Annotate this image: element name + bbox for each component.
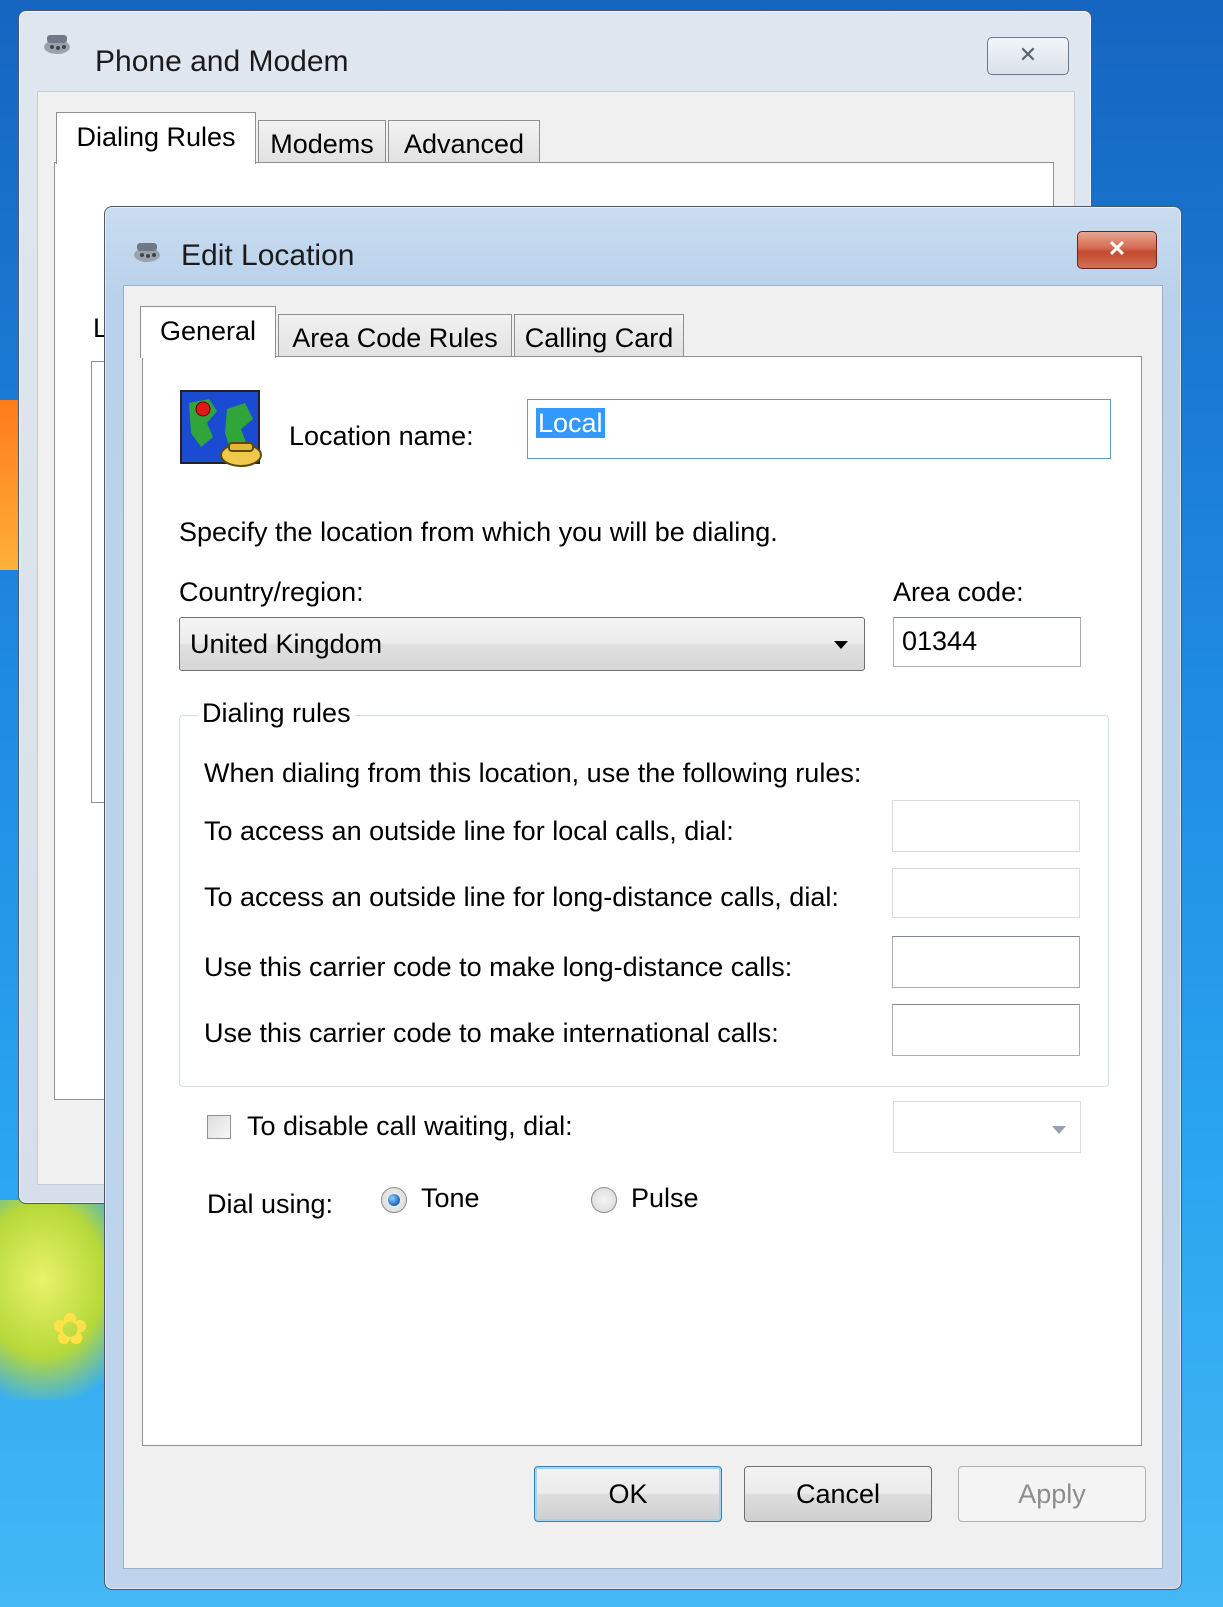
- general-tab-panel: Location name: Local Specify the locatio…: [142, 356, 1142, 1446]
- tab-area-code-rules[interactable]: Area Code Rules: [278, 314, 512, 358]
- long-distance-line-field[interactable]: [892, 868, 1080, 918]
- close-icon: ✕: [1107, 236, 1127, 261]
- phone-modem-titlebar[interactable]: Phone and Modem ✕: [19, 11, 1091, 78]
- ok-button[interactable]: OK: [534, 1466, 722, 1522]
- area-code-value: 01344: [902, 626, 978, 656]
- dial-using-label: Dial using:: [207, 1189, 334, 1219]
- tab-calling-card[interactable]: Calling Card: [514, 314, 684, 358]
- dialing-rules-intro: When dialing from this location, use the…: [204, 758, 862, 788]
- edit-location-title: Edit Location: [181, 239, 355, 272]
- tab-dialing-rules[interactable]: Dialing Rules: [56, 112, 256, 164]
- location-globe-icon: [180, 390, 262, 467]
- phone-modem-close-button[interactable]: ✕: [987, 37, 1069, 75]
- apply-button[interactable]: Apply: [958, 1466, 1146, 1522]
- carrier-long-distance-label: Use this carrier code to make long-dista…: [204, 952, 793, 982]
- edit-location-client: General Area Code Rules Calling Card Loc…: [123, 285, 1163, 1569]
- dropdown-arrow-icon: [1052, 1126, 1066, 1134]
- location-name-label: Location name:: [289, 421, 474, 451]
- dialing-rules-group: Dialing rules When dialing from this loc…: [179, 698, 1109, 1087]
- pulse-radio[interactable]: [591, 1187, 617, 1213]
- area-code-label: Area code:: [893, 577, 1024, 607]
- country-region-value: United Kingdom: [190, 629, 383, 659]
- country-region-select[interactable]: United Kingdom: [179, 617, 865, 671]
- local-line-label: To access an outside line for local call…: [204, 816, 734, 846]
- tab-modems[interactable]: Modems: [258, 120, 386, 164]
- location-name-value: Local: [536, 408, 605, 438]
- desktop-flower-icon: ✿: [51, 1305, 89, 1354]
- dropdown-arrow-icon: [834, 641, 848, 649]
- long-distance-line-label: To access an outside line for long-dista…: [204, 882, 839, 912]
- tab-advanced[interactable]: Advanced: [388, 120, 540, 164]
- edit-location-titlebar[interactable]: Edit Location ✕: [105, 207, 1181, 272]
- phone-modem-icon: [44, 35, 70, 54]
- specify-location-text: Specify the location from which you will…: [179, 517, 778, 547]
- call-waiting-select[interactable]: [893, 1101, 1081, 1153]
- carrier-international-field[interactable]: [892, 1004, 1080, 1056]
- local-line-field[interactable]: [892, 800, 1080, 852]
- carrier-international-label: Use this carrier code to make internatio…: [204, 1018, 779, 1048]
- edit-location-close-button[interactable]: ✕: [1077, 231, 1157, 269]
- cancel-button[interactable]: Cancel: [744, 1466, 932, 1522]
- phone-modem-title: Phone and Modem: [95, 45, 349, 78]
- desktop-wallpaper-accent: [0, 400, 20, 570]
- close-icon: ✕: [1018, 42, 1038, 67]
- call-waiting-checkbox[interactable]: [207, 1115, 231, 1139]
- area-code-field[interactable]: 01344: [893, 617, 1081, 667]
- call-waiting-label: To disable call waiting, dial:: [247, 1111, 573, 1141]
- location-name-field[interactable]: Local: [527, 399, 1111, 459]
- carrier-long-distance-field[interactable]: [892, 936, 1080, 988]
- tab-general[interactable]: General: [140, 306, 276, 358]
- edit-location-dialog: Edit Location ✕ General Area Code Rules …: [104, 206, 1182, 1590]
- phone-modem-icon: [134, 243, 160, 262]
- tone-radio[interactable]: [381, 1187, 407, 1213]
- tone-label: Tone: [421, 1183, 480, 1213]
- pulse-label: Pulse: [631, 1183, 699, 1213]
- dialing-rules-title: Dialing rules: [198, 698, 355, 729]
- country-region-label: Country/region:: [179, 577, 364, 607]
